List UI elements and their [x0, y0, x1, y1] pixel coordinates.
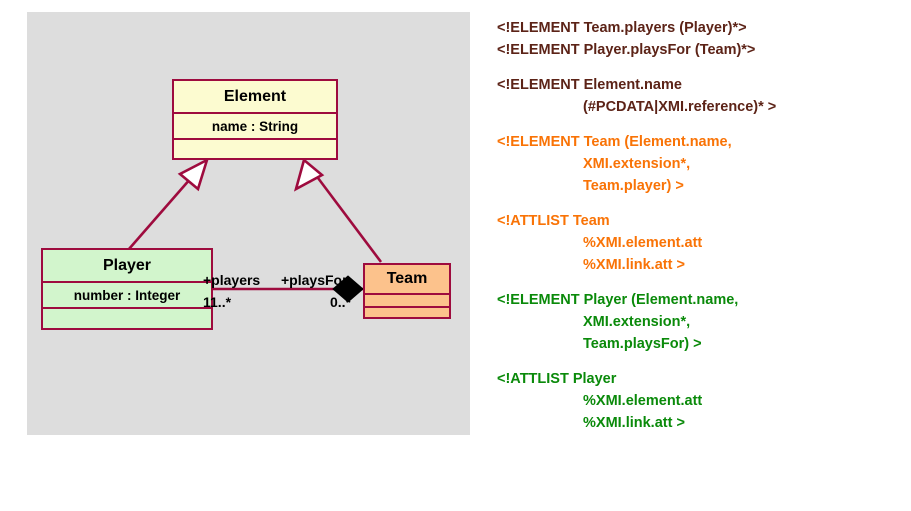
dtd-block-orange-3: <!ATTLIST Team %XMI.element.att %XMI.link.…: [497, 210, 907, 276]
dtd-line: Team.player) >: [583, 178, 684, 194]
association-multiplicity-left: 11..*: [203, 294, 232, 310]
dtd-line: <!ELEMENT Player.playsFor (Team)*>: [497, 42, 756, 58]
association-role-playsfor: +playsFor: [281, 272, 348, 288]
dtd-line: <!ELEMENT Player (Element.name,: [497, 292, 739, 308]
dtd-line: %XMI.link.att >: [583, 415, 685, 431]
dtd-line: <!ATTLIST Team: [497, 213, 610, 229]
dtd-block-green-5: <!ATTLIST Player %XMI.element.att %XMI.lin…: [497, 368, 907, 434]
dtd-line: %XMI.element.att: [583, 393, 703, 409]
dtd-block-green-4: <!ELEMENT Player (Element.name, XMI.exten…: [497, 289, 907, 355]
uml-diagram-panel: [27, 12, 470, 435]
dtd-line: <!ATTLIST Player: [497, 371, 617, 387]
uml-class-player-name: Player: [102, 256, 152, 274]
dtd-line: <!ELEMENT Element.name: [497, 77, 682, 93]
dtd-line: <!ELEMENT Team.players (Player)*>: [497, 20, 747, 36]
dtd-line: %XMI.element.att: [583, 235, 703, 251]
dtd-line: (#PCDATA|XMI.reference)* >: [583, 99, 777, 115]
uml-class-element[interactable]: Element name : String: [172, 79, 338, 160]
uml-class-team-operations: [365, 306, 449, 319]
uml-class-element-name: Element: [223, 87, 287, 105]
association-multiplicity-right: 0..*: [330, 294, 352, 310]
dtd-line: Team.playsFor) >: [583, 336, 702, 352]
uml-class-player-attribute: number : Integer: [43, 281, 211, 307]
association-role-players: +players: [203, 272, 261, 288]
dtd-declarations-listing: <!ELEMENT Team.players (Player)*> <!ELEME…: [497, 17, 907, 434]
dtd-line: XMI.extension*,: [583, 314, 691, 330]
uml-class-element-attribute: name : String: [174, 112, 336, 138]
uml-class-player-operations: [43, 307, 211, 328]
dtd-line: XMI.extension*,: [583, 156, 691, 172]
dtd-block-orange-2: <!ELEMENT Team (Element.name, XMI.extensi…: [497, 131, 907, 197]
dtd-block-brown-0: <!ELEMENT Team.players (Player)*> <!ELEME…: [497, 17, 907, 61]
uml-class-player[interactable]: Player number : Integer: [41, 248, 213, 330]
uml-class-element-operations: [174, 138, 336, 158]
dtd-line: <!ELEMENT Team (Element.name,: [497, 134, 732, 150]
dtd-block-brown-1: <!ELEMENT Element.name (#PCDATA|XMI.refer…: [497, 74, 907, 118]
dtd-line: %XMI.link.att >: [583, 257, 685, 273]
uml-class-team-attribute: [365, 293, 449, 306]
uml-class-team[interactable]: Team: [363, 263, 451, 319]
uml-class-team-name: Team: [386, 270, 428, 287]
